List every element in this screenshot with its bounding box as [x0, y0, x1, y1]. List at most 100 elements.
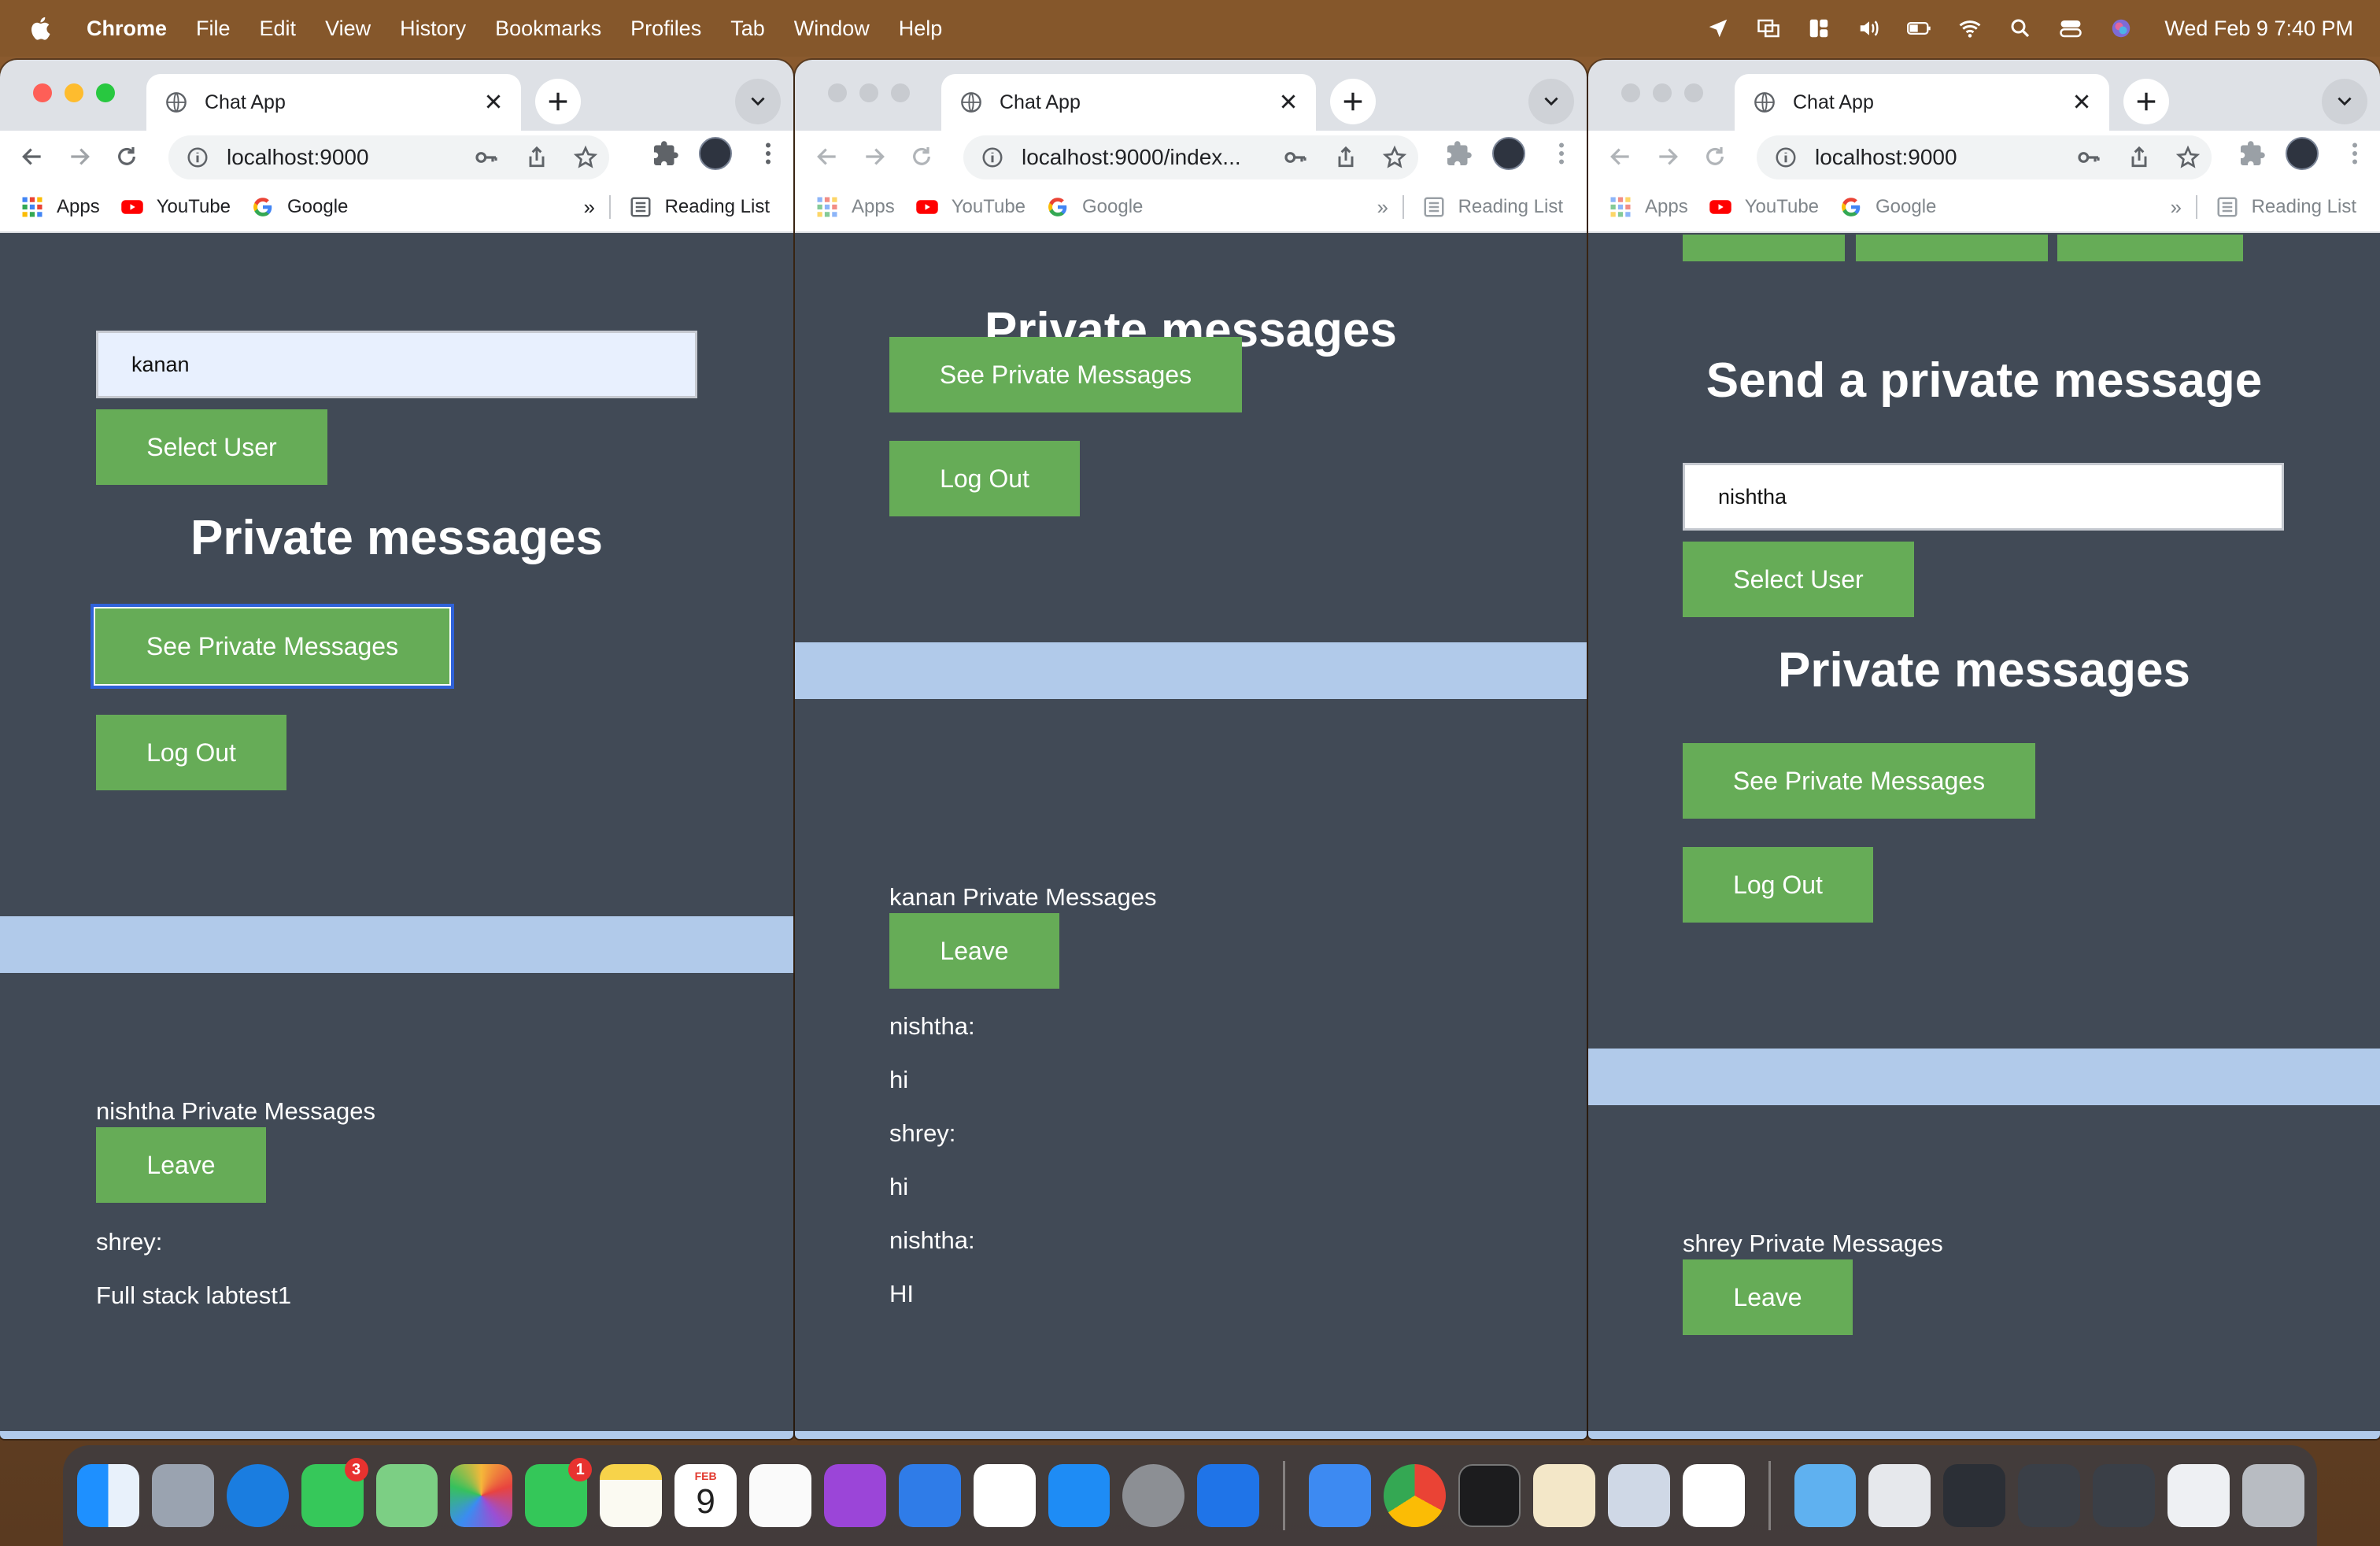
tab-search-button[interactable] [2322, 79, 2367, 124]
see-private-messages-button[interactable]: See Private Messages [889, 337, 1242, 412]
battery-icon[interactable] [1906, 17, 1933, 40]
launchpad-icon[interactable] [151, 1464, 214, 1527]
zoom-window-button[interactable] [96, 83, 115, 102]
leave-button[interactable]: Leave [889, 913, 1059, 989]
zoom-window-button[interactable] [891, 83, 910, 102]
downloads-folder-icon[interactable] [1794, 1464, 1857, 1527]
star-icon[interactable] [573, 145, 598, 170]
app-store-icon[interactable] [1048, 1464, 1111, 1527]
chrome-icon[interactable] [1384, 1464, 1446, 1527]
wifi-icon[interactable] [1957, 17, 1983, 40]
reading-list-button[interactable]: Reading List [2216, 195, 2356, 219]
see-private-messages-button[interactable]: See Private Messages [1683, 743, 2035, 819]
close-tab-icon[interactable] [1278, 91, 1299, 112]
menu-edit[interactable]: Edit [260, 17, 297, 41]
trash-icon[interactable] [2241, 1464, 2304, 1527]
finder-icon[interactable] [77, 1464, 139, 1527]
partial-button-top[interactable] [2057, 235, 2243, 261]
info-icon[interactable] [1774, 146, 1798, 169]
keynote-icon[interactable] [898, 1464, 961, 1527]
more-vertical-icon[interactable] [754, 139, 782, 168]
key-icon[interactable] [474, 145, 499, 170]
new-tab-button[interactable] [1330, 79, 1376, 124]
more-bookmarks-button[interactable]: » [2171, 195, 2182, 220]
address-bar[interactable]: localhost:9000/index... [963, 135, 1418, 179]
reading-list-button[interactable]: Reading List [629, 195, 770, 219]
star-icon[interactable] [1382, 145, 1407, 170]
menubar-clock[interactable]: Wed Feb 9 7:40 PM [2164, 17, 2353, 41]
log-out-button[interactable]: Log Out [1683, 847, 1873, 923]
window-thumbnail-icon[interactable] [1868, 1464, 1931, 1527]
menu-bookmarks[interactable]: Bookmarks [495, 17, 601, 41]
forward-button[interactable] [1653, 142, 1683, 172]
share-icon[interactable] [2127, 145, 2152, 170]
select-user-button[interactable]: Select User [1683, 542, 1914, 617]
more-bookmarks-button[interactable]: » [584, 195, 595, 220]
window-thumbnail-icon[interactable] [2093, 1464, 2156, 1527]
browser-tab[interactable]: Chat App [941, 74, 1316, 131]
back-button[interactable] [1606, 142, 1635, 172]
more-vertical-icon[interactable] [1547, 139, 1576, 168]
extensions-puzzle-icon[interactable] [2238, 139, 2267, 168]
bookmark-youtube[interactable]: YouTube [120, 195, 231, 219]
bookmark-google[interactable]: Google [1839, 195, 1936, 219]
bookmark-youtube[interactable]: YouTube [1709, 195, 1819, 219]
partial-button-top[interactable] [1856, 235, 2048, 261]
podcasts-icon[interactable] [823, 1464, 886, 1527]
xcode-icon[interactable] [1197, 1464, 1260, 1527]
tab-search-button[interactable] [735, 79, 781, 124]
bookmark-google[interactable]: Google [1046, 195, 1143, 219]
safari-icon[interactable] [226, 1464, 289, 1527]
info-icon[interactable] [981, 146, 1004, 169]
menu-app-name[interactable]: Chrome [87, 17, 167, 41]
close-window-button[interactable] [33, 83, 52, 102]
new-tab-button[interactable] [2123, 79, 2169, 124]
reading-list-button[interactable]: Reading List [1422, 195, 1563, 219]
numbers-icon[interactable] [973, 1464, 1036, 1527]
back-button[interactable] [17, 142, 47, 172]
location-arrow-icon[interactable] [1705, 17, 1731, 40]
volume-icon[interactable] [1856, 17, 1883, 40]
siri-icon[interactable] [2108, 17, 2134, 40]
star-icon[interactable] [2175, 145, 2201, 170]
extensions-puzzle-icon[interactable] [1445, 139, 1473, 168]
menu-tab[interactable]: Tab [730, 17, 765, 41]
window-thumbnail-icon[interactable] [2168, 1464, 2230, 1527]
info-icon[interactable] [186, 146, 209, 169]
window-thumbnail-icon[interactable] [1943, 1464, 2006, 1527]
reload-button[interactable] [1700, 142, 1730, 172]
system-preferences-icon[interactable] [1122, 1464, 1185, 1527]
control-center-icon[interactable] [2057, 17, 2084, 40]
address-bar[interactable]: localhost:9000 [1757, 135, 2212, 179]
menu-window[interactable]: Window [794, 17, 870, 41]
select-user-button[interactable]: Select User [96, 409, 327, 485]
see-private-messages-button[interactable]: See Private Messages [91, 604, 454, 689]
minimize-window-button[interactable] [65, 83, 83, 102]
bookmark-apps[interactable]: Apps [1609, 195, 1688, 219]
reload-button[interactable] [112, 142, 142, 172]
preview-icon[interactable] [1607, 1464, 1670, 1527]
forward-button[interactable] [859, 142, 889, 172]
screen-mirroring-icon[interactable] [1755, 17, 1782, 40]
partial-button-top[interactable] [1683, 235, 1845, 261]
more-bookmarks-button[interactable]: » [1377, 195, 1388, 220]
simulator-icon[interactable] [1309, 1464, 1372, 1527]
username-input[interactable]: kanan [96, 331, 697, 398]
menu-history[interactable]: History [400, 17, 466, 41]
menu-help[interactable]: Help [899, 17, 943, 41]
new-tab-button[interactable] [535, 79, 581, 124]
window-layout-icon[interactable] [1805, 17, 1832, 40]
menu-file[interactable]: File [196, 17, 231, 41]
reminders-icon[interactable] [749, 1464, 811, 1527]
calendar-icon[interactable]: FEB 9 [674, 1464, 737, 1527]
reload-button[interactable] [907, 142, 937, 172]
bookmark-youtube[interactable]: YouTube [915, 195, 1026, 219]
profile-avatar[interactable] [1492, 137, 1525, 170]
extensions-puzzle-icon[interactable] [652, 139, 680, 168]
photos-icon[interactable] [450, 1464, 513, 1527]
forward-button[interactable] [65, 142, 94, 172]
messages-icon[interactable]: 3 [301, 1458, 368, 1527]
terminal-icon[interactable] [1458, 1464, 1521, 1527]
share-icon[interactable] [524, 145, 549, 170]
vscode-icon[interactable] [1682, 1464, 1745, 1527]
